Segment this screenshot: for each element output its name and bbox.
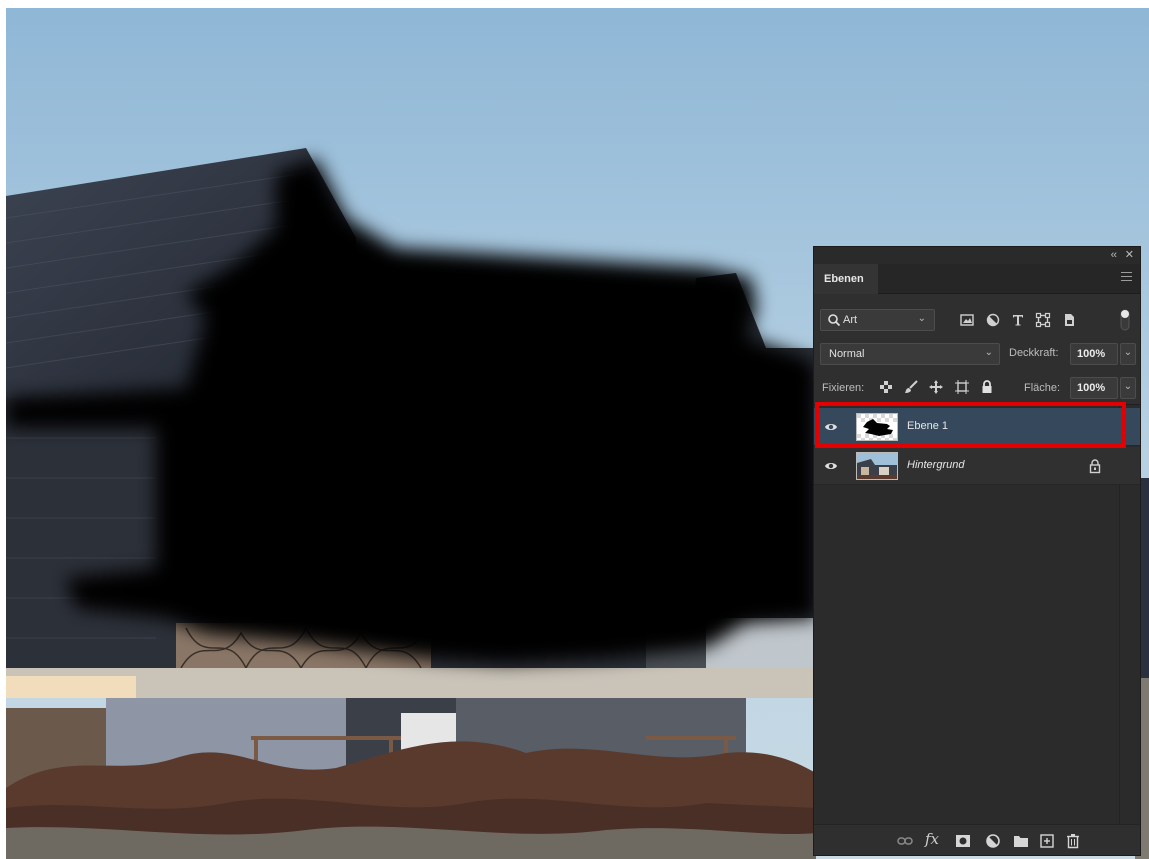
layer-row-hintergrund[interactable]: Hintergrund [814, 447, 1140, 485]
type-layer-filter-icon[interactable] [1010, 312, 1026, 328]
collapse-panel-button[interactable]: ‹‹ [1111, 249, 1117, 262]
opacity-input[interactable]: 100% [1070, 343, 1118, 365]
filter-toggle-switch[interactable] [1119, 308, 1131, 332]
lock-transparent-pixels-icon[interactable] [878, 379, 894, 395]
lock-icon [1089, 459, 1101, 474]
lock-label: Fixieren: [822, 382, 865, 394]
pixel-layer-filter-icon[interactable] [959, 312, 975, 328]
layer-filter-row: Art ⌄ [814, 305, 1140, 335]
smart-object-filter-icon[interactable] [1061, 312, 1077, 328]
panel-menu-icon[interactable] [1121, 272, 1132, 281]
selected-layer-highlight [815, 402, 1126, 448]
fill-dropdown[interactable]: ⌄ [1120, 377, 1136, 399]
search-icon [828, 314, 841, 327]
shape-layer-filter-icon[interactable] [1035, 312, 1051, 328]
panel-title-bar[interactable]: ‹‹ ✕ [814, 247, 1140, 264]
chevron-down-icon: ⌄ [917, 313, 926, 324]
layers-bottom-toolbar: fx [814, 824, 1140, 855]
filter-kind-select[interactable]: Art ⌄ [820, 309, 935, 331]
opacity-label: Deckkraft: [1009, 347, 1059, 359]
link-layers-icon[interactable] [896, 832, 914, 850]
tab-layers[interactable]: Ebenen [814, 264, 878, 294]
blend-row: Normal ⌄ Deckkraft: 100% ⌄ [814, 340, 1140, 366]
panel-tab-bar: Ebenen [814, 264, 1140, 294]
blend-mode-select[interactable]: Normal ⌄ [820, 343, 1000, 365]
blend-mode-label: Normal [829, 348, 865, 360]
lock-image-pixels-icon[interactable] [903, 379, 919, 395]
layer-list: Ebene 1 Hintergrund [814, 404, 1140, 824]
layer-thumbnail [856, 452, 898, 480]
layer-style-fx-icon[interactable]: fx [925, 830, 939, 848]
add-mask-icon[interactable] [954, 832, 972, 850]
lock-position-icon[interactable] [928, 379, 944, 395]
new-group-folder-icon[interactable] [1012, 832, 1030, 850]
lock-row: Fixieren: Fläche: 100% ⌄ [814, 375, 1140, 401]
layers-panel: ‹‹ ✕ Ebenen Art ⌄ Normal ⌄ Deckkraft: 10… [813, 246, 1141, 856]
new-adjustment-layer-icon[interactable] [984, 832, 1002, 850]
filter-kind-label: Art [843, 314, 858, 326]
opacity-dropdown[interactable]: ⌄ [1120, 343, 1136, 365]
new-layer-icon[interactable] [1038, 832, 1056, 850]
chevron-down-icon: ⌄ [984, 347, 993, 358]
delete-layer-trash-icon[interactable] [1064, 832, 1082, 850]
visibility-eye-icon[interactable] [824, 459, 838, 473]
layer-name[interactable]: Hintergrund [907, 459, 964, 471]
fill-input[interactable]: 100% [1070, 377, 1118, 399]
lock-artboard-icon[interactable] [954, 379, 970, 395]
fill-label: Fläche: [1024, 382, 1061, 394]
close-panel-button[interactable]: ✕ [1125, 249, 1134, 262]
lock-all-icon[interactable] [979, 379, 995, 395]
adjustment-layer-filter-icon[interactable] [985, 312, 1001, 328]
